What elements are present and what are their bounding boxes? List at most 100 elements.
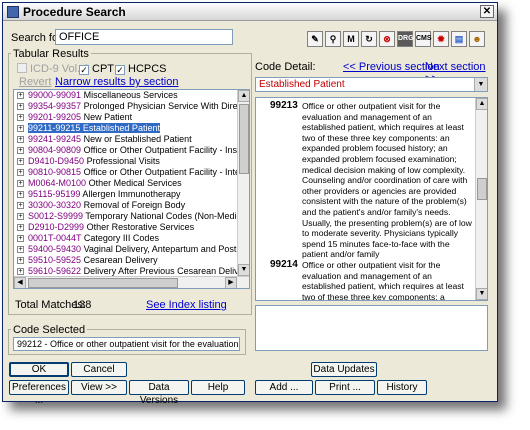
hcpcs-label: HCPCS xyxy=(128,63,167,75)
list-item-code: 30300-30320 xyxy=(28,200,82,210)
expand-icon[interactable]: + xyxy=(17,202,24,209)
list-item-text: 99354-99357 Prolonged Physician Service … xyxy=(28,101,249,111)
list-item-text: 99000-99091 Miscellaneous Services xyxy=(28,90,178,100)
section-dropdown-value: Established Patient xyxy=(259,79,345,90)
list-hscroll-thumb[interactable] xyxy=(28,278,178,288)
expand-icon[interactable]: + xyxy=(17,136,24,143)
detail-scroll-up-icon[interactable]: ▲ xyxy=(476,98,487,110)
detail-entries: 99213 Office or other outpatient visit fo… xyxy=(256,98,487,300)
view-button[interactable]: View >> xyxy=(71,380,127,395)
cms-icon[interactable]: CMS xyxy=(415,31,432,47)
notepad-icon[interactable]: ✎ xyxy=(307,31,323,47)
list-item[interactable]: +99201-99205 New Patient xyxy=(14,112,249,123)
detail-scroll-down-icon[interactable]: ▼ xyxy=(476,288,487,300)
search-input[interactable]: OFFICE xyxy=(55,29,233,45)
list-item-text: 59610-59622 Delivery After Previous Cesa… xyxy=(28,266,249,276)
window-title: Procedure Search xyxy=(23,5,126,19)
expand-icon[interactable]: + xyxy=(17,224,24,231)
list-item[interactable]: +99000-99091 Miscellaneous Services xyxy=(14,90,249,101)
title-bar[interactable]: Procedure Search ✕ xyxy=(3,3,497,21)
scroll-up-icon[interactable]: ▲ xyxy=(238,90,249,102)
gear-icon[interactable]: ✹ xyxy=(433,31,449,47)
expand-icon[interactable]: + xyxy=(17,180,24,187)
list-item[interactable]: +90810-90815 Office or Other Outpatient … xyxy=(14,167,249,178)
no-icon[interactable]: ⊗ xyxy=(379,31,395,47)
section-dropdown[interactable]: Established Patient ▼ xyxy=(255,77,488,92)
detail-entry-text: Office or other outpatient visit for the… xyxy=(302,101,472,260)
person-icon[interactable]: ☻ xyxy=(469,31,485,47)
list-hscrollbar[interactable]: ◀ ▶ xyxy=(14,276,249,288)
list-item-code: S0012-S9999 xyxy=(28,211,84,221)
list-vscrollbar[interactable]: ▲ ▼ xyxy=(237,90,249,288)
list-item[interactable]: + M0064-M0100 Other Medical Services xyxy=(14,178,249,189)
list-item[interactable]: +99354-99357 Prolonged Physician Service… xyxy=(14,101,249,112)
close-button[interactable]: ✕ xyxy=(480,5,494,18)
expand-icon[interactable]: + xyxy=(17,92,24,99)
index-listing-link[interactable]: See Index listing xyxy=(146,299,227,311)
list-item-text: D2910-D2999 Other Restorative Services xyxy=(28,222,194,232)
narrow-results-link[interactable]: Narrow results by section xyxy=(55,76,179,88)
list-item-text: 95115-95199 Allergen Immunotherapy xyxy=(28,189,180,199)
drg-icon[interactable]: DRG xyxy=(397,31,414,47)
list-item[interactable]: +59510-59525 Cesarean Delivery xyxy=(14,255,249,266)
data-versions-button[interactable]: Data Versions xyxy=(129,380,189,406)
list-item-code: 59510-59525 xyxy=(28,255,82,265)
detail-vscrollbar[interactable]: ▲ ▼ xyxy=(475,98,487,300)
list-item[interactable]: +99241-99245 New or Established Patient xyxy=(14,134,249,145)
expand-icon[interactable]: + xyxy=(17,114,24,121)
book-icon[interactable]: ▤ xyxy=(451,31,467,47)
list-item[interactable]: + S0012-S9999 Temporary National Codes (N… xyxy=(14,211,249,222)
scroll-left-icon[interactable]: ◀ xyxy=(14,277,26,288)
list-item[interactable]: + D2910-D2999 Other Restorative Services xyxy=(14,222,249,233)
list-item-text: 90810-90815 Office or Other Outpatient F… xyxy=(28,167,249,177)
list-item-code: 90810-90815 xyxy=(28,167,82,177)
list-item[interactable]: +30300-30320 Removal of Foreign Body xyxy=(14,200,249,211)
pin-icon[interactable]: ⚲ xyxy=(325,31,341,47)
list-item[interactable]: + D9410-D9450 Professional Visits xyxy=(14,156,249,167)
m-icon[interactable]: M xyxy=(343,31,359,47)
list-scroll-thumb[interactable] xyxy=(239,104,249,174)
expand-icon[interactable]: + xyxy=(17,213,24,220)
ok-button[interactable]: OK xyxy=(9,362,69,377)
refresh-icon[interactable]: ↻ xyxy=(361,31,377,47)
list-item[interactable]: +99211-99215 Established Patient xyxy=(14,123,249,134)
list-item-desc: Professional Visits xyxy=(86,156,160,166)
list-item-desc: Other Medical Services xyxy=(88,178,182,188)
help-button[interactable]: Help xyxy=(191,380,245,395)
expand-icon[interactable]: + xyxy=(17,246,24,253)
cancel-button[interactable]: Cancel xyxy=(71,362,127,377)
expand-icon[interactable]: + xyxy=(17,257,24,264)
list-item-text: 59400-59430 Vaginal Delivery, Antepartum… xyxy=(28,244,249,254)
expand-icon[interactable]: + xyxy=(17,191,24,198)
hcpcs-checkbox[interactable]: ✓ HCPCS xyxy=(115,63,167,75)
list-item-code: 99000-99091 xyxy=(28,90,82,100)
list-item[interactable]: +95115-95199 Allergen Immunotherapy xyxy=(14,189,249,200)
expand-icon[interactable]: + xyxy=(17,235,24,242)
tabular-results-list[interactable]: +99000-99091 Miscellaneous Services +9935… xyxy=(13,89,250,289)
expand-icon[interactable]: + xyxy=(17,147,24,154)
scroll-right-icon[interactable]: ▶ xyxy=(225,277,237,288)
detail-scroll-thumb[interactable] xyxy=(477,178,487,200)
expand-icon[interactable]: + xyxy=(17,125,24,132)
expand-icon[interactable]: + xyxy=(17,158,24,165)
list-item-code: 90804-90809 xyxy=(28,145,82,155)
data-updates-button[interactable]: Data Updates ... xyxy=(311,362,377,388)
list-item-code: 59610-59622 xyxy=(28,266,82,276)
scroll-down-icon[interactable]: ▼ xyxy=(238,264,249,276)
history-button[interactable]: History xyxy=(377,380,427,395)
code-selected-field[interactable]: 99212 - Office or other outpatient visit… xyxy=(13,337,240,351)
preferences-button[interactable]: Preferences ... xyxy=(9,380,69,406)
notes-box[interactable] xyxy=(255,305,488,351)
list-item[interactable]: +90804-90809 Office or Other Outpatient … xyxy=(14,145,249,156)
print-button[interactable]: Print ... xyxy=(315,380,375,395)
list-item[interactable]: +0001T-0044T Category III Codes xyxy=(14,233,249,244)
expand-icon[interactable]: + xyxy=(17,103,24,110)
chevron-down-icon[interactable]: ▼ xyxy=(474,78,487,91)
list-item-code: M0064-M0100 xyxy=(28,178,87,188)
expand-icon[interactable]: + xyxy=(17,169,24,176)
list-item[interactable]: +59400-59430 Vaginal Delivery, Antepartu… xyxy=(14,244,249,255)
cpt-checkbox[interactable]: ✓ CPT xyxy=(79,63,114,75)
expand-icon[interactable]: + xyxy=(17,268,24,275)
add-button[interactable]: Add ... xyxy=(255,380,313,395)
cpt-label: CPT xyxy=(92,63,114,75)
